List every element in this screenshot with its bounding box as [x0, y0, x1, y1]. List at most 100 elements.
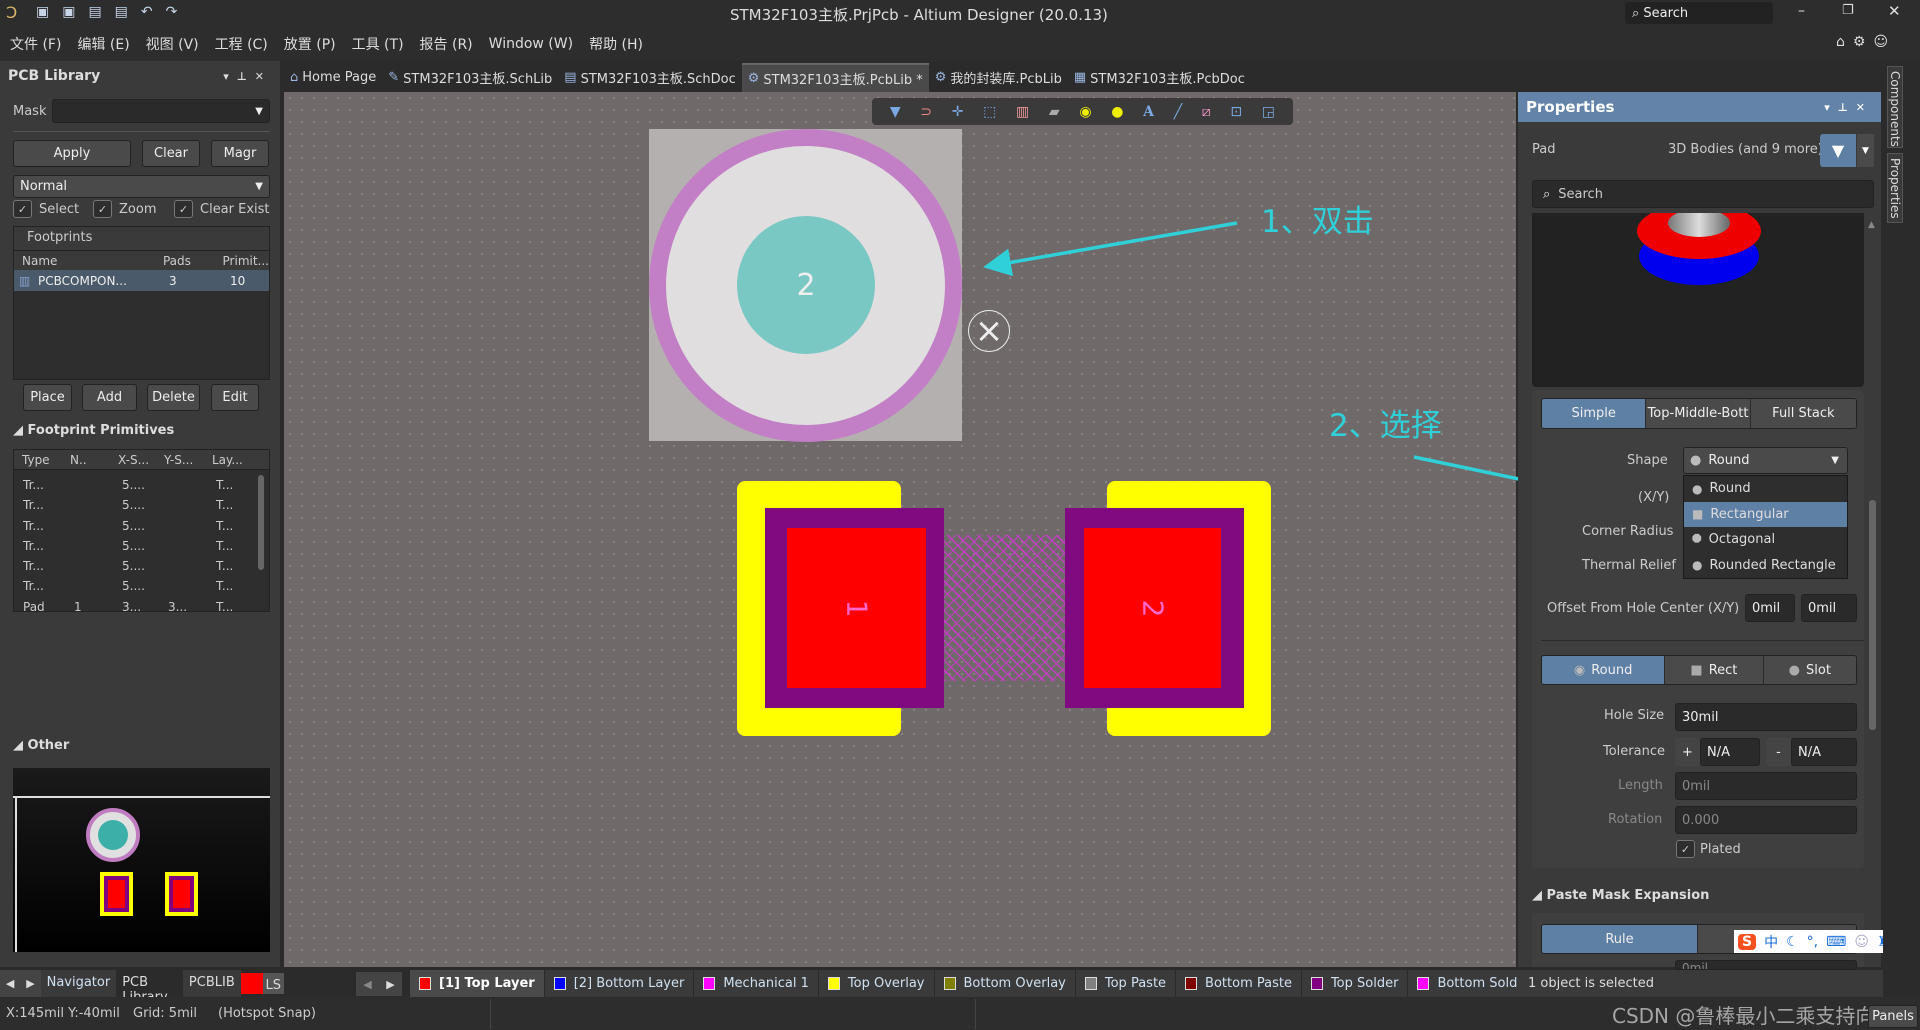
select-rect-icon[interactable]: ⬚: [983, 104, 996, 120]
column-header-pads[interactable]: Pads: [163, 254, 223, 268]
shape-option[interactable]: ● Rounded Rectangle: [1684, 553, 1847, 579]
side-tab-properties[interactable]: Properties: [1887, 153, 1903, 223]
scrollbar[interactable]: [1869, 500, 1876, 730]
panel-controls[interactable]: ▾⊥✕: [1824, 101, 1873, 114]
dimension-icon[interactable]: ⧄: [1202, 104, 1211, 120]
column-header[interactable]: Lay...: [204, 453, 254, 467]
filter-icon[interactable]: ▼: [890, 104, 901, 120]
hole-type-round[interactable]: ◉ Round: [1542, 656, 1666, 684]
column-header[interactable]: Y-S...: [156, 453, 204, 467]
tolerance-minus-button[interactable]: -: [1766, 738, 1791, 766]
menu-item[interactable]: 报告 (R): [420, 34, 473, 54]
panels-button[interactable]: Panels: [1868, 1005, 1918, 1028]
crosshair-icon[interactable]: ✛: [952, 104, 964, 120]
layer-tab[interactable]: Top Overlay: [818, 970, 935, 997]
align-icon[interactable]: ▥: [1016, 104, 1029, 120]
footprint-preview[interactable]: [13, 768, 270, 952]
layer-tab[interactable]: Top Paste: [1075, 970, 1177, 997]
document-tab[interactable]: ▦ STM32F103主板.PcbDoc: [1068, 63, 1251, 92]
3d-pad-preview[interactable]: [1532, 213, 1864, 387]
checkbox-select[interactable]: ✓: [13, 200, 32, 218]
other-header[interactable]: ◢ Other: [13, 738, 69, 753]
layer-scroll-buttons[interactable]: ◀ ▶: [356, 972, 402, 996]
offset-y-input[interactable]: 0mil: [1801, 594, 1857, 622]
table-row[interactable]: Pad 1 3... 3... T...: [14, 597, 269, 611]
filter-dropdown-button[interactable]: ▼: [1857, 134, 1874, 167]
chevron-right-icon[interactable]: ▶: [26, 977, 34, 990]
footprint-primitives-header[interactable]: ◢ Footprint Primitives: [13, 423, 174, 438]
route-icon[interactable]: ⊃: [920, 104, 932, 120]
length-input[interactable]: 0mil: [1675, 772, 1857, 800]
panel-tab[interactable]: PCBLIB: [182, 970, 241, 997]
tolerance-minus-input[interactable]: N/A: [1791, 738, 1857, 766]
pcb-canvas[interactable]: ▼ ⊃ ✛ ⬚ ▥ ▰ ◉ ● A ╱ ⧄ ⊡ ◲ 2 × 1 2 1、双击 2、选择: [284, 92, 1516, 967]
apply-button[interactable]: Apply: [13, 140, 131, 167]
tab-top-middle-bottom[interactable]: Top-Middle-Bott: [1646, 399, 1751, 428]
menu-item[interactable]: 工具 (T): [352, 34, 404, 54]
properties-search[interactable]: ⌕ Search: [1532, 180, 1874, 208]
region-icon[interactable]: ◲: [1262, 104, 1275, 120]
column-header[interactable]: Type: [14, 453, 62, 467]
table-row[interactable]: Tr... 5.... T...: [14, 536, 269, 556]
chevron-left-icon[interactable]: ◀: [363, 978, 371, 991]
panel-tab[interactable]: PCB Library: [116, 970, 183, 1005]
filter-button[interactable]: ▼: [1820, 134, 1856, 167]
mode-dropdown[interactable]: Normal ▼: [13, 175, 270, 198]
menu-item[interactable]: 文件 (F): [10, 34, 61, 54]
scroll-up-icon[interactable]: ▲: [1868, 220, 1875, 230]
via-icon[interactable]: ●: [1111, 104, 1123, 120]
home-settings-user-icons[interactable]: ⌂⚙☺: [1836, 34, 1896, 50]
document-tab[interactable]: ✎ STM32F103主板.SchLib: [382, 63, 558, 92]
checkbox-clear-exist[interactable]: ✓: [174, 200, 193, 218]
hole-size-input[interactable]: 30mil: [1675, 703, 1857, 731]
menu-item[interactable]: 视图 (V): [146, 34, 199, 54]
table-row[interactable]: Tr... 5.... T...: [14, 475, 269, 495]
place-button[interactable]: Place: [23, 384, 72, 411]
quick-toolbar-icons[interactable]: ▣▣▤▤↶↷: [36, 4, 190, 20]
paste-value-input[interactable]: 0mil: [1675, 960, 1857, 970]
table-row[interactable]: ▥ PCBCOMPON... 3 10: [14, 270, 269, 291]
shape-dropdown[interactable]: ● Round ▼: [1683, 447, 1848, 474]
global-search[interactable]: ⌕ Search: [1625, 2, 1773, 24]
tolerance-plus-input[interactable]: N/A: [1700, 738, 1760, 766]
chevron-left-icon[interactable]: ◀: [6, 977, 14, 990]
layer-tab[interactable]: Bottom Paste: [1176, 970, 1302, 997]
line-icon[interactable]: ╱: [1174, 104, 1182, 120]
table-row[interactable]: Tr... 5.... T...: [14, 576, 269, 596]
rotation-input[interactable]: 0.000: [1675, 806, 1857, 834]
layer-set-button[interactable]: LS: [262, 973, 284, 994]
offset-x-input[interactable]: 0mil: [1745, 594, 1795, 622]
pad-2[interactable]: 2: [1084, 528, 1221, 688]
tolerance-plus-button[interactable]: +: [1675, 738, 1700, 766]
close-button[interactable]: ✕: [1888, 2, 1901, 20]
table-row[interactable]: Tr... 5.... T...: [14, 556, 269, 576]
mask-dropdown[interactable]: ▼: [52, 99, 270, 123]
panel-tab[interactable]: Navigator: [40, 970, 117, 997]
column-header-primitives[interactable]: Primit...: [223, 254, 269, 268]
document-tab[interactable]: ⚙ 我的封装库.PcbLib: [929, 63, 1068, 92]
checkbox-zoom[interactable]: ✓: [93, 200, 112, 218]
shape-option[interactable]: ● Round: [1684, 476, 1847, 502]
layer-tab[interactable]: Bottom Overlay: [934, 970, 1076, 997]
menu-item[interactable]: 帮助 (H): [589, 34, 643, 54]
menu-item[interactable]: 放置 (P): [284, 34, 336, 54]
menu-item[interactable]: Window (W): [489, 36, 573, 52]
paste-rule-button[interactable]: Rule: [1542, 925, 1699, 953]
menu-item[interactable]: 工程 (C): [215, 34, 268, 54]
edit-button[interactable]: Edit: [211, 384, 259, 411]
pad-icon[interactable]: ◉: [1079, 104, 1091, 120]
layer-tab[interactable]: [2] Bottom Layer: [544, 970, 695, 997]
menu-item[interactable]: 编辑 (E): [77, 34, 129, 54]
panel-scroll-buttons[interactable]: ◀ ▶: [0, 970, 41, 997]
side-tab-components[interactable]: Components: [1887, 66, 1903, 148]
document-tab[interactable]: ⌂ Home Page: [284, 63, 382, 92]
document-tab[interactable]: ▤ STM32F103主板.SchDoc: [558, 63, 741, 92]
scrollbar[interactable]: [258, 475, 264, 570]
add-button[interactable]: Add: [82, 384, 137, 411]
coordinate-icon[interactable]: ⊡: [1230, 104, 1242, 120]
layer-tab[interactable]: Mechanical 1: [694, 970, 819, 997]
tab-full-stack[interactable]: Full Stack: [1750, 399, 1856, 428]
panel-controls[interactable]: ▾⊥✕: [223, 70, 272, 83]
table-row[interactable]: Tr... 5.... T...: [14, 495, 269, 515]
text-icon[interactable]: A: [1143, 104, 1154, 120]
